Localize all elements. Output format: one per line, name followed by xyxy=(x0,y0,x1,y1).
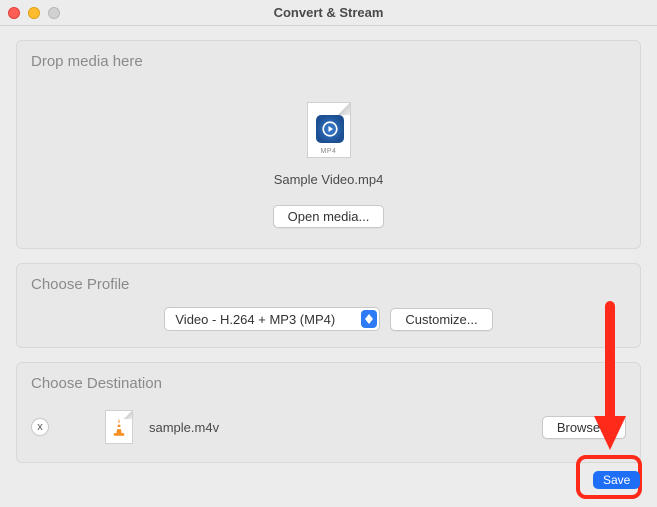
browse-button[interactable]: Browse... xyxy=(542,416,626,439)
destination-row: x sample.m4v Browse... xyxy=(31,400,626,450)
drop-heading: Drop media here xyxy=(31,53,626,70)
traffic-lights xyxy=(8,7,60,19)
minimize-window-button[interactable] xyxy=(28,7,40,19)
profile-panel: Choose Profile Video - H.264 + MP3 (MP4)… xyxy=(16,263,641,348)
open-media-button[interactable]: Open media... xyxy=(273,205,385,228)
select-arrows-icon xyxy=(361,310,377,328)
content: Drop media here MP4 Sample Video.mp4 Ope… xyxy=(0,26,657,491)
destination-file-icon xyxy=(105,410,133,444)
quicktime-icon xyxy=(316,115,344,143)
media-file-name: Sample Video.mp4 xyxy=(274,172,384,187)
profile-select[interactable]: Video - H.264 + MP3 (MP4) xyxy=(164,307,380,331)
media-file-icon: MP4 xyxy=(307,102,351,158)
profile-heading: Choose Profile xyxy=(31,276,626,293)
zoom-window-button[interactable] xyxy=(48,7,60,19)
profile-selected-label: Video - H.264 + MP3 (MP4) xyxy=(175,312,361,327)
vlc-cone-icon xyxy=(112,417,126,437)
destination-file-name: sample.m4v xyxy=(149,420,219,435)
titlebar: Convert & Stream xyxy=(0,0,657,26)
save-button[interactable]: Save xyxy=(593,471,640,489)
customize-button[interactable]: Customize... xyxy=(390,308,492,331)
clear-destination-button[interactable]: x xyxy=(31,418,49,436)
window-title: Convert & Stream xyxy=(0,5,657,20)
destination-panel: Choose Destination x sample.m4v Browse..… xyxy=(16,362,641,463)
profile-row: Video - H.264 + MP3 (MP4) Customize... xyxy=(31,301,626,335)
drop-area[interactable]: MP4 Sample Video.mp4 Open media... xyxy=(31,78,626,236)
file-type-label: MP4 xyxy=(308,148,350,155)
drop-panel: Drop media here MP4 Sample Video.mp4 Ope… xyxy=(16,40,641,249)
destination-heading: Choose Destination xyxy=(31,375,626,392)
close-window-button[interactable] xyxy=(8,7,20,19)
